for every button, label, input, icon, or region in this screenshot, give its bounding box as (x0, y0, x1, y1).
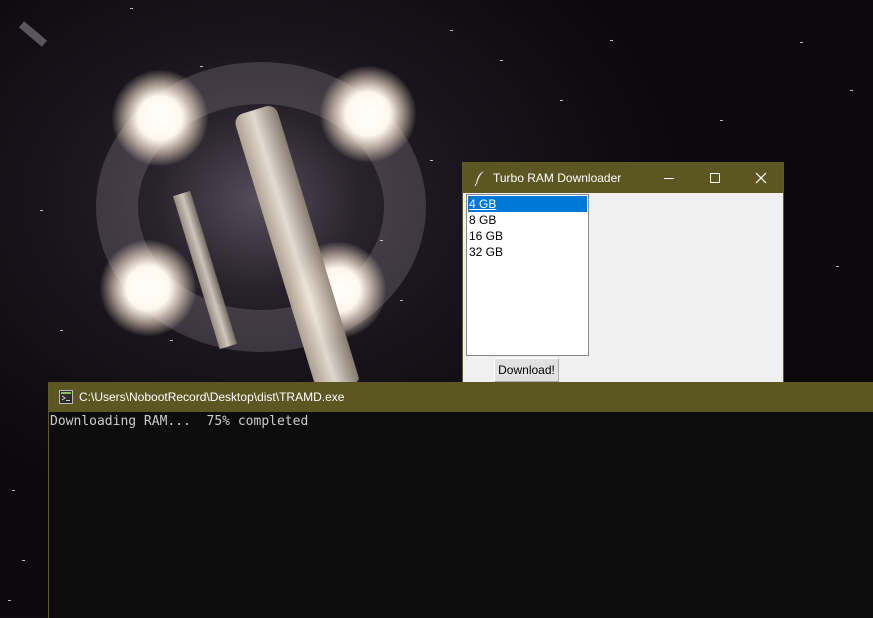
wallpaper-speck (22, 560, 25, 561)
wallpaper-speck (850, 90, 853, 91)
wallpaper-speck (8, 600, 11, 601)
wallpaper-speck (60, 330, 63, 331)
wallpaper-speck (18, 21, 48, 47)
listbox-option-16gb[interactable]: 16 GB (468, 228, 587, 244)
wallpaper-light-bottom-left (100, 240, 196, 336)
wallpaper-speck (836, 266, 839, 267)
wallpaper-speck (400, 300, 403, 301)
wallpaper-speck (12, 490, 15, 491)
wallpaper-speck (610, 40, 613, 41)
maximize-icon (710, 173, 720, 183)
wallpaper-speck (500, 60, 503, 61)
download-button[interactable]: Download! (494, 358, 559, 382)
wallpaper-speck (380, 240, 383, 241)
wallpaper-speck (430, 160, 433, 161)
wallpaper-light-top-right (320, 66, 416, 162)
wallpaper-speck (720, 120, 723, 121)
wallpaper-speck (40, 210, 43, 211)
wallpaper-speck (450, 30, 453, 31)
turbo-ram-downloader-window: Turbo RAM Downloader 4 GB 8 GB 16 GB 32 … (462, 162, 784, 384)
console-window-title: C:\Users\NobootRecord\Desktop\dist\TRAMD… (79, 390, 345, 404)
close-button[interactable] (738, 163, 784, 193)
feather-icon (474, 171, 484, 186)
tk-window-titlebar[interactable]: Turbo RAM Downloader (463, 163, 783, 193)
listbox-option-4gb[interactable]: 4 GB (468, 196, 587, 212)
ram-size-listbox[interactable]: 4 GB 8 GB 16 GB 32 GB (466, 194, 589, 356)
minimize-icon (664, 178, 674, 179)
listbox-option-8gb[interactable]: 8 GB (468, 212, 587, 228)
close-icon (755, 172, 767, 184)
wallpaper-speck (800, 42, 803, 43)
console-output-line: Downloading RAM... 75% completed (50, 414, 309, 429)
wallpaper-speck (130, 8, 133, 9)
tk-window-title: Turbo RAM Downloader (493, 171, 622, 185)
wallpaper-speck (200, 66, 203, 67)
maximize-button[interactable] (692, 163, 738, 193)
console-app-icon (59, 390, 73, 404)
wallpaper-speck (560, 100, 563, 101)
console-window: C:\Users\NobootRecord\Desktop\dist\TRAMD… (48, 382, 873, 618)
wallpaper-light-top-left (112, 70, 208, 166)
wallpaper-speck (170, 340, 173, 341)
minimize-button[interactable] (646, 163, 692, 193)
tk-window-body: 4 GB 8 GB 16 GB 32 GB Download! (463, 193, 783, 383)
console-titlebar[interactable]: C:\Users\NobootRecord\Desktop\dist\TRAMD… (49, 382, 873, 412)
listbox-option-32gb[interactable]: 32 GB (468, 244, 587, 260)
